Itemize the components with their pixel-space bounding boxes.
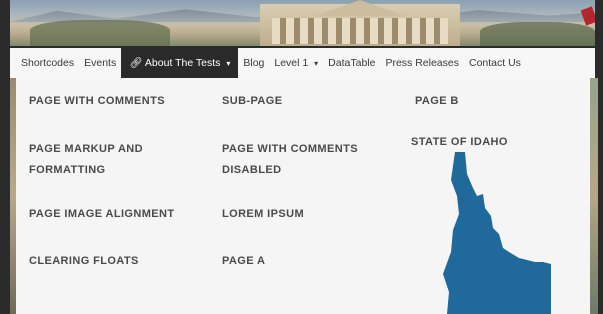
idaho-map-image[interactable] (443, 152, 553, 314)
nav-item-label: About The Tests (144, 57, 221, 69)
nav-item-blog[interactable]: Blog (238, 48, 269, 78)
flag-icon (580, 6, 595, 26)
menu-link-page-b[interactable]: PAGE B (415, 91, 585, 112)
nav-item-level-1[interactable]: Level 1 ▾ (269, 48, 323, 78)
menu-link-clearing-floats[interactable]: CLEARING FLOATS (29, 251, 199, 272)
menu-link-page-image-alignment[interactable]: PAGE IMAGE ALIGNMENT (29, 204, 199, 225)
menu-link-page-markup-and-formatting[interactable]: PAGE MARKUP AND FORMATTING (29, 139, 199, 181)
chevron-down-icon: ▾ (226, 59, 231, 68)
nav-item-press-releases[interactable]: Press Releases (380, 48, 464, 78)
menu-link-page-with-comments[interactable]: PAGE WITH COMMENTS (29, 91, 199, 112)
nav-item-about-the-tests[interactable]: 🔗︎ About The Tests ▾ (121, 48, 239, 78)
link-icon: 🔗︎ (129, 57, 143, 69)
nav-item-contact-us[interactable]: Contact Us (464, 48, 526, 78)
nav-item-shortcodes[interactable]: Shortcodes (16, 48, 79, 78)
main-navigation: Shortcodes Events 🔗︎ About The Tests ▾ B… (10, 48, 595, 78)
menu-link-state-of-idaho[interactable]: STATE OF IDAHO (411, 132, 581, 153)
nav-item-datatable[interactable]: DataTable (323, 48, 380, 78)
background-strip-right (590, 78, 598, 314)
menu-link-page-with-comments-disabled[interactable]: PAGE WITH COMMENTS DISABLED (222, 139, 392, 181)
page-frame: Shortcodes Events 🔗︎ About The Tests ▾ B… (0, 0, 603, 314)
menu-link-lorem-ipsum[interactable]: LOREM IPSUM (222, 204, 392, 225)
nav-item-label: Level 1 (274, 57, 309, 69)
header-hero-image (10, 0, 595, 46)
menu-link-page-a[interactable]: PAGE A (222, 251, 392, 272)
nav-item-events[interactable]: Events (79, 48, 121, 78)
menu-link-sub-page[interactable]: SUB-PAGE (222, 91, 392, 112)
chevron-down-icon: ▾ (314, 59, 319, 68)
